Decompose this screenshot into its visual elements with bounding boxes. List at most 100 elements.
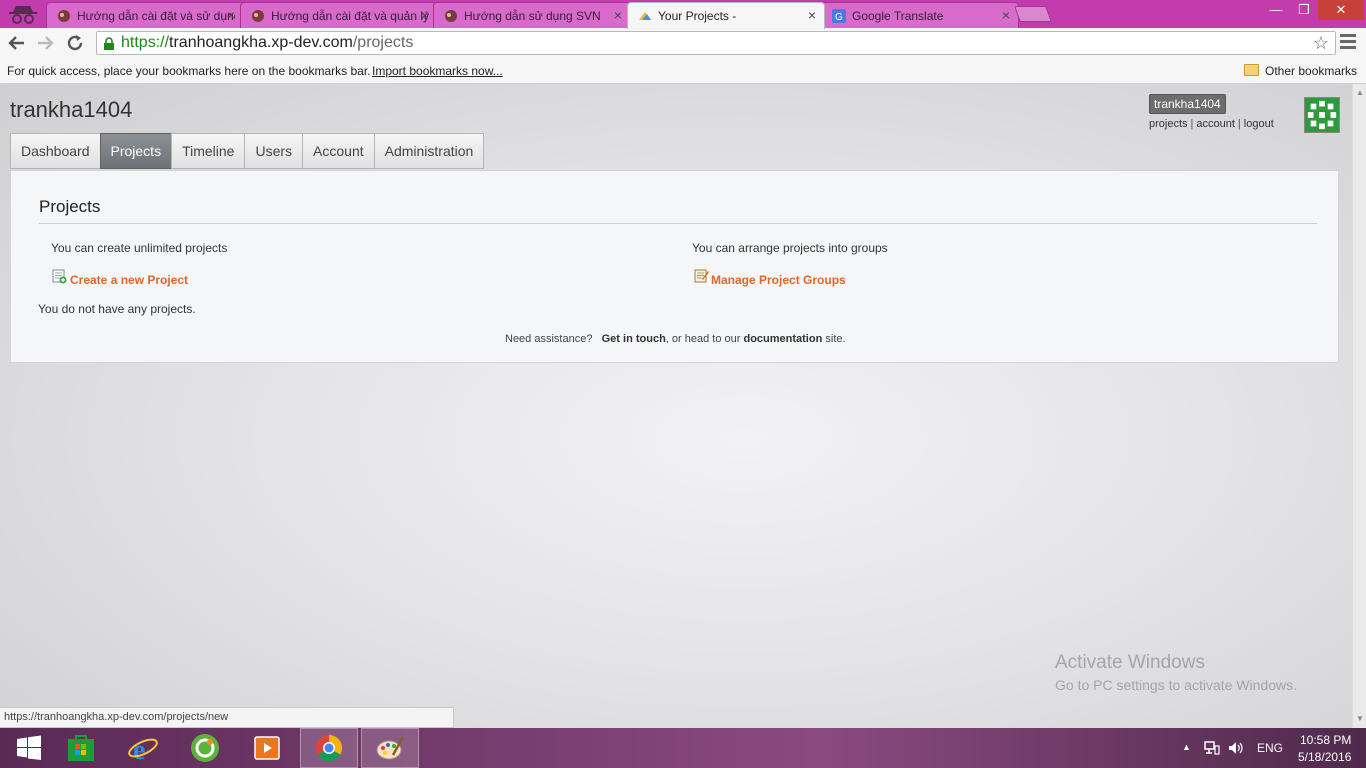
- tab-dashboard[interactable]: Dashboard: [10, 133, 100, 169]
- site-username-heading: trankha1404: [10, 97, 133, 122]
- documentation-link[interactable]: documentation: [743, 333, 822, 345]
- user-link-account[interactable]: account: [1196, 118, 1235, 130]
- show-hidden-icons-icon[interactable]: ▲: [1182, 742, 1191, 752]
- tab-title: Hướng dẫn cài đặt và sử dụng: [77, 8, 235, 23]
- create-new-project-link[interactable]: Create a new Project: [70, 273, 188, 287]
- status-bar-url: https://tranhoangkha.xp-dev.com/projects…: [0, 707, 454, 728]
- coccoc-browser-icon: [191, 734, 219, 762]
- url-host: tranhoangkha.xp-dev.com: [169, 34, 353, 51]
- taskbar-paint[interactable]: [361, 728, 419, 768]
- user-link-projects[interactable]: projects: [1149, 118, 1188, 130]
- manage-project-groups-link[interactable]: Manage Project Groups: [711, 273, 846, 287]
- windows-taskbar: e ▲ ENG 10:58 PM 5/18/2016: [0, 728, 1366, 768]
- no-projects-message: You do not have any projects.: [38, 302, 196, 316]
- back-icon[interactable]: [6, 32, 28, 54]
- input-language[interactable]: ENG: [1257, 741, 1283, 755]
- bookmarks-bar: For quick access, place your bookmarks h…: [0, 58, 1366, 84]
- activate-windows-subtitle: Go to PC settings to activate Windows.: [1055, 677, 1297, 693]
- taskbar-store[interactable]: [52, 728, 110, 768]
- activate-windows-title: Activate Windows: [1055, 652, 1205, 673]
- scroll-down-icon[interactable]: ▼: [1356, 714, 1364, 723]
- minimize-button[interactable]: —: [1262, 0, 1290, 20]
- clock-time[interactable]: 10:58 PM: [1300, 733, 1351, 747]
- lock-icon: [104, 37, 114, 50]
- xp-dev-favicon-icon: [639, 12, 651, 20]
- browser-tab-active[interactable]: Your Projects - ×: [627, 2, 825, 29]
- tab-users[interactable]: Users: [244, 133, 303, 169]
- new-tab-button[interactable]: [1014, 6, 1052, 22]
- page-scrollbar[interactable]: ▲ ▼: [1352, 84, 1366, 728]
- site-favicon-icon: [445, 10, 457, 22]
- browser-titlebar: Hướng dẫn cài đặt và sử dụng × Hướng dẫn…: [0, 0, 1366, 29]
- help-suffix: site.: [825, 333, 846, 345]
- incognito-icon: [9, 6, 37, 24]
- tab-projects[interactable]: Projects: [99, 133, 172, 169]
- tab-close-icon[interactable]: ×: [808, 7, 816, 23]
- other-bookmarks-button[interactable]: Other bookmarks: [1265, 64, 1357, 78]
- tab-close-icon[interactable]: ×: [1002, 7, 1010, 23]
- tab-title: Google Translate: [852, 8, 944, 23]
- close-window-button[interactable]: ✕: [1318, 0, 1364, 20]
- media-player-icon: [254, 736, 280, 760]
- tab-title: Hướng dẫn sử dụng SVN: [464, 8, 601, 23]
- taskbar-coccoc[interactable]: [176, 728, 234, 768]
- restore-button[interactable]: ❐: [1292, 0, 1316, 20]
- project-nav-tabs: Dashboard Projects Timeline Users Accoun…: [10, 133, 485, 169]
- start-button[interactable]: [0, 728, 58, 768]
- bookmarks-hint: For quick access, place your bookmarks h…: [7, 64, 371, 78]
- reload-icon[interactable]: [64, 32, 86, 54]
- panel-title: Projects: [39, 197, 101, 216]
- create-projects-text: You can create unlimited projects: [51, 241, 228, 255]
- divider: [39, 223, 1317, 224]
- network-icon[interactable]: [1204, 741, 1220, 755]
- browser-tab[interactable]: G Google Translate ×: [821, 2, 1019, 28]
- store-icon: [68, 735, 94, 761]
- internet-explorer-icon: e: [128, 735, 158, 764]
- help-prefix: Need assistance?: [505, 333, 593, 345]
- user-badge[interactable]: trankha1404: [1149, 94, 1226, 114]
- import-bookmarks-link[interactable]: Import bookmarks now...: [372, 64, 503, 78]
- user-links: projects | account | logout: [1149, 118, 1274, 130]
- tab-title: Your Projects -: [658, 9, 737, 23]
- page-content: trankha1404 trankha1404 projects | account…: [0, 84, 1352, 728]
- clock-date[interactable]: 5/18/2016: [1298, 750, 1351, 764]
- volume-icon[interactable]: [1228, 741, 1244, 755]
- browser-tab[interactable]: Hướng dẫn cài đặt và sử dụng ×: [46, 2, 244, 28]
- browser-tab[interactable]: Hướng dẫn cài đặt và quản lý ×: [240, 2, 438, 28]
- svg-text:e: e: [133, 735, 145, 764]
- taskbar-media-player[interactable]: [238, 728, 296, 768]
- taskbar-internet-explorer[interactable]: e: [114, 728, 172, 768]
- get-in-touch-link[interactable]: Get in touch: [602, 333, 666, 345]
- tab-close-icon[interactable]: ×: [614, 7, 622, 23]
- url-scheme: https://: [121, 34, 170, 51]
- address-bar[interactable]: https://tranhoangkha.xp-dev.com/projects…: [96, 31, 1336, 55]
- tab-title: Hướng dẫn cài đặt và quản lý: [271, 8, 429, 23]
- tab-close-icon[interactable]: ×: [421, 7, 429, 23]
- new-project-icon: [52, 269, 67, 284]
- site-favicon-icon: [252, 10, 264, 22]
- tab-timeline[interactable]: Timeline: [171, 133, 245, 169]
- chrome-menu-icon[interactable]: [1340, 34, 1356, 52]
- site-favicon-icon: [58, 10, 70, 22]
- google-translate-favicon-icon: G: [832, 9, 846, 23]
- tab-close-icon[interactable]: ×: [227, 7, 235, 23]
- svg-text:G: G: [835, 12, 843, 23]
- scroll-up-icon[interactable]: ▲: [1356, 88, 1364, 97]
- manage-groups-icon: [694, 269, 709, 283]
- arrange-groups-text: You can arrange projects into groups: [692, 241, 888, 255]
- tab-account[interactable]: Account: [302, 133, 374, 169]
- projects-panel: Projects You can create unlimited projec…: [10, 170, 1339, 363]
- forward-icon[interactable]: [34, 32, 56, 54]
- chrome-icon: [315, 734, 343, 762]
- taskbar-chrome[interactable]: [300, 728, 358, 768]
- avatar[interactable]: [1304, 97, 1340, 133]
- bookmark-star-icon[interactable]: ☆: [1313, 33, 1329, 54]
- url-text: https://tranhoangkha.xp-dev.com/projects: [121, 34, 413, 52]
- tab-administration[interactable]: Administration: [373, 133, 485, 169]
- browser-toolbar: https://tranhoangkha.xp-dev.com/projects…: [0, 28, 1366, 58]
- browser-tab[interactable]: Hướng dẫn sử dụng SVN ×: [433, 2, 631, 28]
- help-line: Need assistance? Get in touch, or head t…: [505, 333, 846, 345]
- folder-icon: [1244, 64, 1259, 76]
- user-link-logout[interactable]: logout: [1244, 118, 1274, 130]
- paint-icon: [376, 736, 405, 760]
